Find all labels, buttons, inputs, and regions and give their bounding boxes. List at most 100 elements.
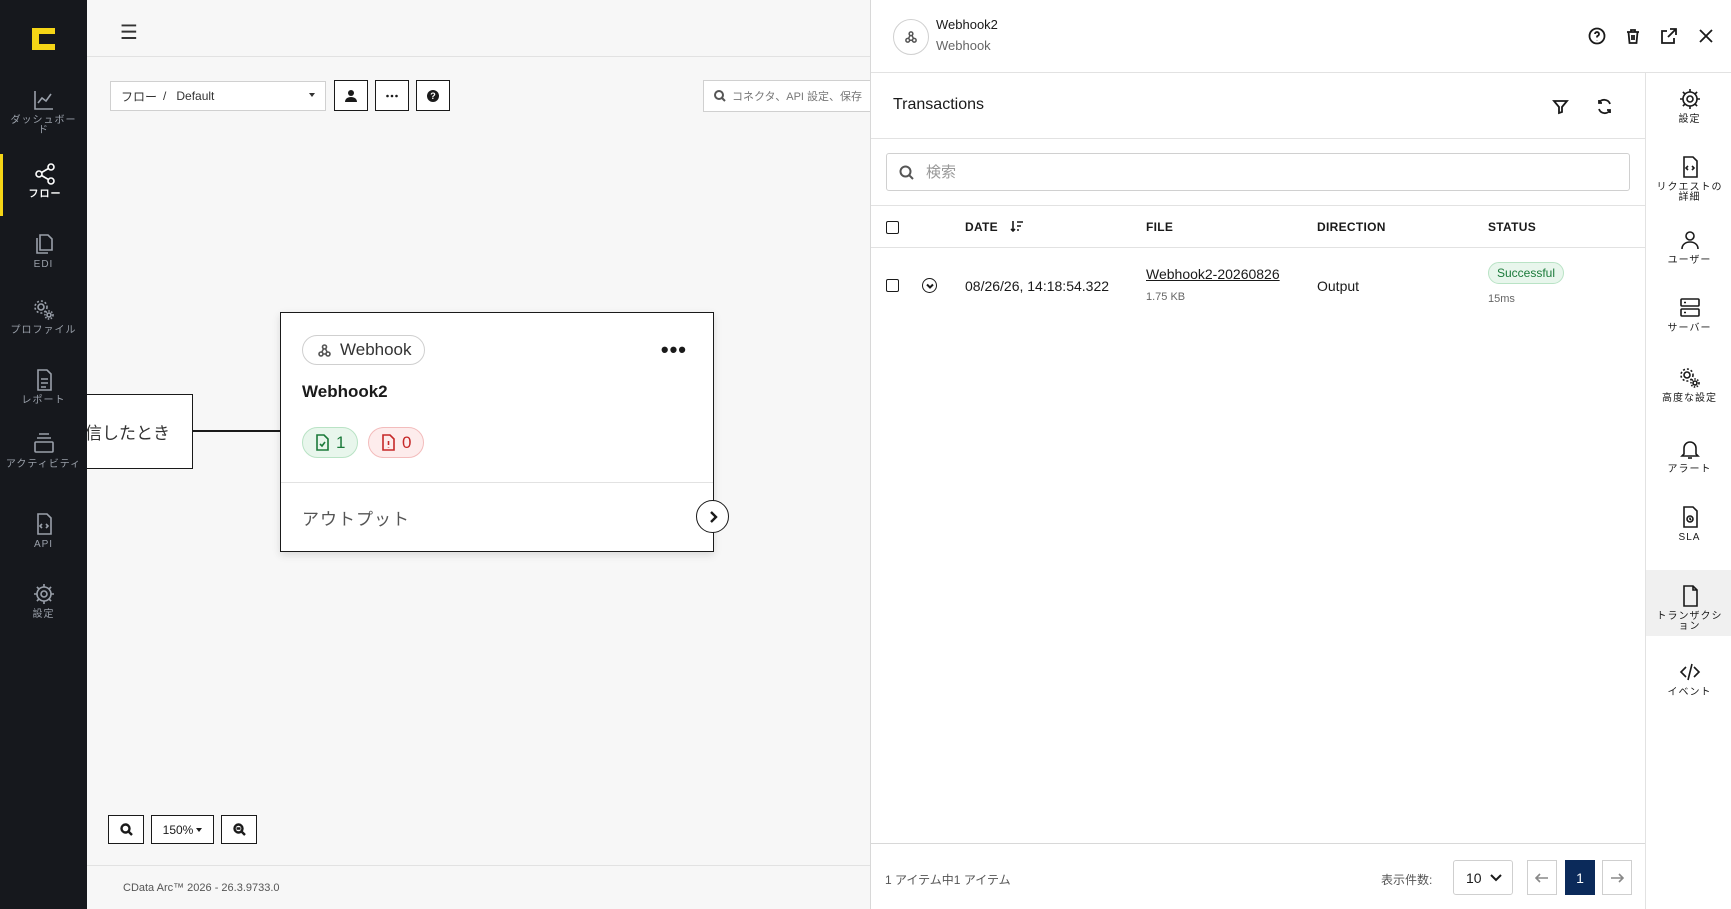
nav-item-dashboard[interactable]: ダッシュボード [0,80,87,142]
row-date: 08/26/26, 14:18:54.322 [965,278,1110,294]
side-menu-label: 設定 [1678,114,1701,125]
nav-item-label: プロファイル [10,325,77,336]
refresh-icon [1597,98,1611,114]
nav-item-label: レポート [21,395,66,406]
gear-icon [33,584,54,604]
code-file-icon [36,513,52,535]
side-menu-advanced-settings[interactable]: 高度な設定 [1646,352,1731,418]
transactions-search[interactable] [886,153,1630,191]
node-output-section: アウトプット [281,482,713,552]
arrow-right-icon [1611,872,1624,883]
error-count-badge[interactable]: 0 [368,427,425,458]
zoom-in-icon [119,823,133,836]
row-expand-button[interactable] [922,278,937,293]
column-file[interactable]: FILE [1146,220,1173,234]
column-status[interactable]: STATUS [1488,220,1536,234]
transactions-title: Transactions [893,96,984,113]
connector-search-placeholder: コネクタ、API 設定、保存 [732,91,863,103]
nav-item-report[interactable]: レポート [0,360,87,422]
nav-item-activity[interactable]: アクティビティ [0,424,87,486]
flow-breadcrumb-select[interactable]: フロー / Default [110,81,326,111]
request-file-icon [1682,156,1698,178]
next-page-button[interactable] [1602,860,1632,895]
files-icon [35,234,53,254]
help-icon: ? [427,89,439,102]
nav-item-profile[interactable]: プロファイル [0,290,87,352]
side-menu-label: SLA [1678,532,1701,543]
trash-icon [1627,29,1639,44]
side-menu-request-details[interactable]: リクエストの詳細 [1646,141,1731,207]
nav-item-edi[interactable]: EDI [0,224,87,286]
nav-item-flow[interactable]: フロー [0,154,87,216]
row-file-link[interactable]: Webhook2-20260826 [1146,266,1284,282]
prev-page-button[interactable] [1527,860,1557,895]
output-connect-button[interactable] [696,500,729,533]
chevron-right-icon [709,510,718,523]
file-error-icon [382,434,395,451]
side-menu-settings[interactable]: 設定 [1646,73,1731,139]
table-row[interactable]: 08/26/26, 14:18:54.322 Webhook2-20260826… [871,248,1645,322]
menu-icon[interactable]: ☰ [120,20,138,45]
nav-item-label: EDI [33,259,54,270]
panel-header: Webhook2 Webhook [871,0,1731,73]
row-checkbox[interactable] [886,279,899,292]
bell-icon [1679,441,1700,459]
node-title: Webhook2 [302,382,388,401]
connector-panel: Webhook2 Webhook Transactions DATE [870,0,1731,909]
zoom-level-select[interactable]: 150% [151,815,214,844]
panel-delete-button[interactable] [1622,25,1644,47]
success-count-badge[interactable]: 1 [302,427,359,458]
connector-side-menu: 設定 リクエストの詳細 ユーザー サーバー 高度な設定 アラート SLA トラン… [1645,73,1731,909]
connector-search[interactable]: コネクタ、API 設定、保存 [703,80,870,112]
arrow-left-icon [1535,872,1548,883]
chevron-down-icon [1490,874,1502,882]
webhook-node[interactable]: Webhook ••• Webhook2 1 0 アウトプット [280,312,714,552]
panel-help-button[interactable] [1586,25,1608,47]
row-file-size: 1.75 KB [1146,291,1186,303]
side-menu-user[interactable]: ユーザー [1646,214,1731,280]
help-button[interactable]: ? [416,80,450,111]
previous-flow-node[interactable]: 信したとき [87,394,193,469]
user-button[interactable] [334,80,368,111]
filter-button[interactable] [1549,95,1571,117]
side-menu-label: サーバー [1667,323,1712,334]
page-1-button[interactable]: 1 [1565,860,1595,895]
cdata-logo-icon[interactable] [29,25,57,53]
refresh-button[interactable] [1593,95,1615,117]
user-icon [1680,231,1699,250]
panel-close-button[interactable] [1695,25,1717,47]
node-more-icon[interactable]: ••• [661,337,687,363]
zoom-out-button[interactable] [221,815,257,844]
nav-item-label: アクティビティ [5,459,82,470]
side-menu-transactions[interactable]: トランザクション [1646,570,1731,636]
transactions-search-input[interactable] [926,163,1606,181]
side-menu-alert[interactable]: アラート [1646,423,1731,489]
column-date[interactable]: DATE [965,220,1024,235]
nav-item-api[interactable]: API [0,504,87,566]
nav-item-settings[interactable]: 設定 [0,574,87,636]
chevron-down-icon [925,283,934,289]
select-all-checkbox[interactable] [886,221,899,234]
column-direction[interactable]: DIRECTION [1317,220,1386,234]
per-page-select[interactable]: 10 [1453,860,1513,895]
side-menu-events[interactable]: イベント [1646,646,1731,712]
side-menu-server[interactable]: サーバー [1646,282,1731,348]
share-nodes-icon [35,163,55,185]
side-menu-label: イベント [1667,687,1712,698]
connector-avatar [893,19,929,55]
zoom-out-icon [232,823,246,836]
gears-icon [33,300,54,320]
panel-title: Webhook2 [936,17,998,32]
node-type-label: Webhook [340,340,412,359]
error-count: 0 [402,432,412,452]
item-count-text: 1 アイテム中1 アイテム [885,873,1011,887]
zoom-in-button[interactable] [108,815,144,844]
external-link-icon [1661,28,1677,44]
sort-desc-icon[interactable] [1010,220,1024,235]
panel-open-external-button[interactable] [1658,25,1680,47]
side-menu-sla[interactable]: SLA [1646,491,1731,557]
side-menu-label: ユーザー [1667,255,1712,266]
sla-file-icon [1682,506,1698,528]
more-button[interactable] [375,80,409,111]
side-menu-label: 高度な設定 [1662,393,1717,404]
